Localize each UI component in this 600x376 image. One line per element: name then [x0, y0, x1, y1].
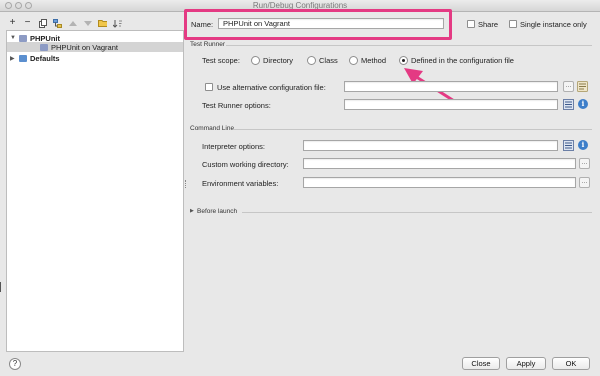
- move-up-icon[interactable]: [68, 18, 77, 28]
- alt-config-browse-button[interactable]: ...: [563, 81, 574, 92]
- config-toolbar: + −: [8, 16, 122, 30]
- splitter-handle[interactable]: [185, 180, 187, 188]
- window-edge-mark: [0, 282, 1, 292]
- interpreter-options-input[interactable]: [303, 140, 558, 151]
- info-icon[interactable]: i: [578, 140, 588, 150]
- configuration-tree[interactable]: ▼ PHPUnit PHPUnit on Vagrant ▶ Defaults: [6, 30, 184, 352]
- collapsed-arrow-icon[interactable]: ▶: [10, 55, 16, 62]
- edit-config-icon[interactable]: [577, 81, 588, 92]
- test-scope-label: Test scope:: [202, 56, 240, 65]
- scope-directory-radio[interactable]: [251, 56, 260, 65]
- alt-config-label: Use alternative configuration file:: [217, 83, 326, 92]
- phpunit-icon: [19, 34, 27, 42]
- help-button[interactable]: ?: [9, 358, 21, 370]
- environment-variables-browse-button[interactable]: ...: [579, 177, 590, 188]
- name-label: Name:: [191, 20, 214, 29]
- apply-button[interactable]: Apply: [506, 357, 546, 370]
- scope-directory-label: Directory: [263, 56, 294, 65]
- scope-method-radio[interactable]: [349, 56, 358, 65]
- single-instance-checkbox[interactable]: [509, 20, 517, 28]
- runner-options-label: Test Runner options:: [202, 101, 271, 110]
- settings-icon[interactable]: [53, 18, 62, 28]
- section-divider: [233, 129, 592, 130]
- test-runner-section-title: Test Runner: [190, 41, 226, 48]
- working-directory-browse-button[interactable]: ...: [579, 158, 590, 169]
- expanded-arrow-icon[interactable]: ▼: [10, 35, 16, 41]
- environment-variables-label: Environment variables:: [202, 179, 279, 188]
- working-directory-label: Custom working directory:: [202, 160, 289, 169]
- tree-node-label: Defaults: [30, 53, 60, 63]
- section-divider: [226, 45, 592, 46]
- environment-variables-input[interactable]: [303, 177, 576, 188]
- phpunit-config-icon: [40, 43, 48, 51]
- before-launch-arrow-icon[interactable]: ▶: [190, 208, 194, 214]
- share-checkbox[interactable]: [467, 20, 475, 28]
- interpreter-options-label: Interpreter options:: [202, 142, 265, 151]
- single-instance-label: Single instance only: [520, 20, 587, 29]
- share-label: Share: [478, 20, 499, 29]
- ok-button[interactable]: OK: [552, 357, 590, 370]
- defaults-icon: [19, 54, 27, 62]
- close-button[interactable]: Close: [462, 357, 500, 370]
- scope-class-radio[interactable]: [307, 56, 316, 65]
- alt-config-checkbox[interactable]: [205, 83, 213, 91]
- scope-method-label: Method: [361, 56, 387, 65]
- tree-node-defaults[interactable]: ▶ Defaults: [10, 53, 60, 63]
- tree-node-label: PHPUnit on Vagrant: [51, 42, 118, 52]
- runner-options-input[interactable]: [344, 99, 558, 110]
- before-launch-label[interactable]: Before launch: [197, 208, 237, 215]
- sort-icon[interactable]: [113, 18, 122, 28]
- scope-class-label: Class: [319, 56, 338, 65]
- name-input[interactable]: PHPUnit on Vagrant: [218, 18, 444, 29]
- add-icon[interactable]: +: [8, 18, 17, 28]
- remove-icon[interactable]: −: [23, 18, 32, 28]
- expand-options-icon[interactable]: [563, 99, 574, 110]
- move-down-icon[interactable]: [83, 18, 92, 28]
- alt-config-input[interactable]: [344, 81, 558, 92]
- tree-node-phpunit-on-vagrant[interactable]: PHPUnit on Vagrant: [7, 42, 183, 52]
- command-line-section-title: Command Line: [190, 125, 235, 132]
- folder-icon[interactable]: [98, 18, 107, 28]
- working-directory-input[interactable]: [303, 158, 576, 169]
- expand-interpreter-options-icon[interactable]: [563, 140, 574, 151]
- copy-icon[interactable]: [38, 18, 47, 28]
- section-divider: [242, 212, 592, 213]
- info-icon[interactable]: i: [578, 99, 588, 109]
